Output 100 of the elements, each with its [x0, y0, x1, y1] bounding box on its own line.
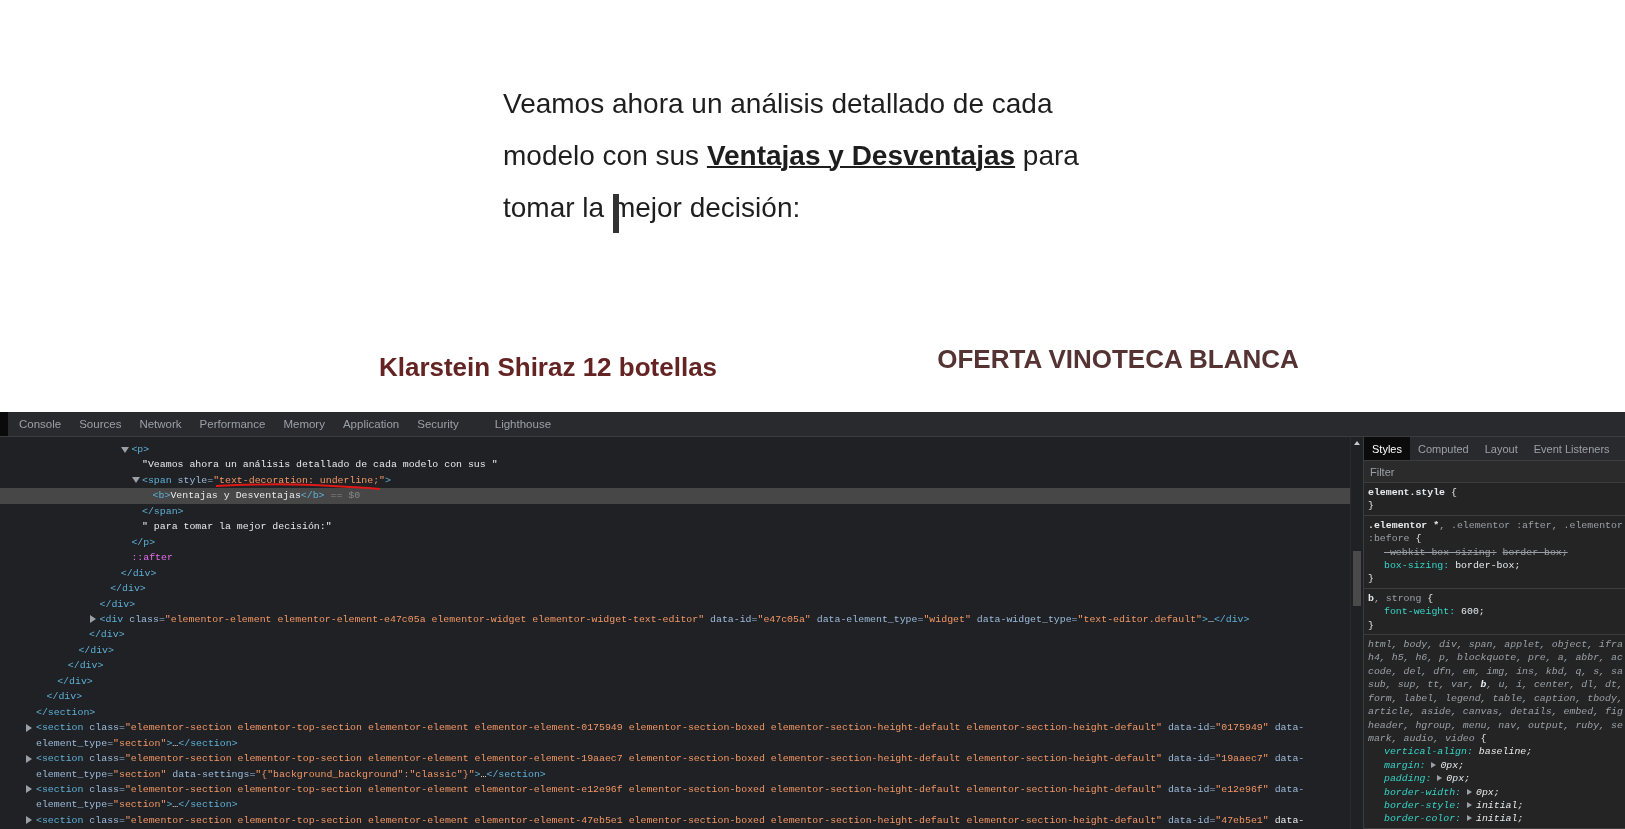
code-line: </div> — [110, 582, 146, 597]
css-declaration[interactable]: box-sizing: border-box; — [1368, 559, 1621, 573]
closing-brace: } — [1368, 618, 1375, 633]
css-selector: , .elementor :after, .elementor — [1439, 519, 1623, 531]
caret-right-icon[interactable] — [26, 785, 32, 794]
caret-right-icon[interactable] — [26, 723, 32, 732]
dom-node-row[interactable]: <p> — [0, 442, 1350, 458]
css-selector: :before — [1368, 533, 1410, 545]
devtools-tab[interactable]: Security — [408, 412, 468, 436]
expand-triangle-icon[interactable] — [1437, 775, 1443, 782]
dom-node-row[interactable]: </section> — [0, 704, 1350, 721]
expand-triangle-icon[interactable] — [1431, 761, 1437, 768]
css-declaration[interactable]: -webkit-box-sizing: border-box; — [1368, 545, 1621, 560]
dom-node-row[interactable]: </div> — [0, 673, 1350, 690]
code-line: </div> — [89, 628, 125, 643]
code-line: " para tomar la mejor decisión:" — [142, 520, 332, 535]
product-title: Klarstein Shiraz 12 botellas — [377, 352, 719, 383]
panel-edge — [0, 412, 8, 436]
dom-node-row[interactable]: </p> — [0, 534, 1350, 551]
code-line: </section> — [36, 705, 96, 720]
sidebar-tab[interactable]: Layout — [1476, 437, 1526, 460]
code-line: <div class="elementor-element elementor-element-e47c05a elementor-widget elementor-widget-text-editor" data-id="e47c05a" data-element_type="widget" data-widget_type="text-editor.default">…</div> — [99, 613, 1250, 627]
devtools-tab[interactable]: Application — [333, 412, 409, 436]
css-selector: b — [1480, 679, 1487, 691]
caret-right-icon[interactable] — [26, 816, 32, 825]
dom-node-row[interactable]: </div> — [0, 627, 1350, 643]
css-selector: article, aside, canvas, details, embed, fig — [1368, 706, 1623, 718]
devtools-tab[interactable]: Performance — [190, 412, 275, 436]
code-line: </div> — [46, 690, 83, 705]
code-line: </div> — [78, 643, 114, 658]
css-selector: mark, audio, video — [1368, 732, 1475, 744]
devtools-tab[interactable]: Sources — [70, 412, 131, 436]
dom-node-row[interactable]: </div> — [0, 642, 1350, 659]
pseudo-element-label: ::after — [131, 551, 173, 566]
code-line: <p> — [131, 443, 150, 457]
devtools-tab[interactable]: Lighthouse — [485, 412, 561, 436]
sidebar-tab[interactable]: Styles — [1364, 437, 1410, 460]
scrollbar-thumb[interactable] — [1353, 551, 1361, 606]
expand-triangle-icon[interactable] — [1467, 788, 1472, 795]
css-selector: h4, h5, h6, p, blockquote, pre, a, abbr, ac — [1368, 652, 1623, 664]
css-declaration[interactable]: font-weight: 600; — [1368, 605, 1621, 619]
dom-node-row[interactable]: </span> — [0, 503, 1350, 520]
caret-right-icon[interactable] — [89, 615, 96, 624]
dom-node-row[interactable]: </div> — [0, 596, 1350, 612]
filter-field[interactable]: Filter — [1364, 461, 1625, 483]
dom-node-row[interactable]: <b>Ventajas y Desventajas</b> == $0 — [0, 488, 1350, 504]
caret-right-icon[interactable] — [26, 754, 32, 763]
css-selector: .elementor * — [1368, 519, 1440, 531]
closing-brace: } — [1368, 499, 1375, 513]
opening-brace: { — [1480, 732, 1487, 744]
sidebar-tab[interactable]: Computed — [1409, 437, 1477, 460]
opening-brace: { — [1451, 487, 1457, 498]
dom-node-row[interactable]: </div> — [0, 565, 1350, 582]
css-declaration[interactable]: border-style: initial; — [1368, 798, 1621, 813]
css-selector: code, del, dfn, em, img, ins, kbd, q, s, sa — [1368, 665, 1623, 677]
opening-brace: { — [1427, 592, 1434, 604]
css-selector: header, hgroup, menu, nav, output, ruby, se — [1368, 719, 1623, 731]
devtools-tab[interactable]: Console — [10, 412, 71, 436]
code-line: "Veamos ahora un análisis detallado de cada modelo con sus " — [142, 458, 498, 473]
selected-node-marker: == $0 — [330, 489, 361, 504]
dom-node-row[interactable]: "Veamos ahora un análisis detallado de cada modelo con sus " — [0, 457, 1350, 473]
dom-node-row[interactable]: <div class="elementor-element elementor-element-e47c05a elementor-widget elementor-widget-text-editor" data-id="e47c05a" data-element_type="widget" data-widget_type="text-editor.default">…</div> — [0, 612, 1350, 628]
css-selector: form, label, legend, table, caption, tbody, — [1368, 692, 1623, 704]
css-selector: , strong — [1373, 592, 1422, 604]
css-declaration[interactable]: border-color: initial; — [1368, 812, 1621, 826]
css-selector: html, body, div, span, applet, object, ifra — [1368, 639, 1623, 651]
code-line: <span style="text-decoration: underline;"> — [142, 472, 391, 489]
code-line: </span> — [142, 504, 184, 519]
css-selector: b — [1368, 592, 1374, 604]
closing-brace: } — [1368, 572, 1375, 586]
expand-triangle-icon[interactable] — [1467, 801, 1472, 808]
devtools-tab[interactable]: Network — [130, 412, 191, 436]
dom-node-row[interactable]: </div> — [0, 658, 1350, 674]
code-line: <section class="elementor-section elementor-top-section elementor-element elementor-element-0175949 elementor-section-boxed elementor-section-height-default elementor-section-height-default" data-id="0175949" data-element_type="section">…</section> — [36, 721, 1306, 751]
scrollbar[interactable] — [1350, 437, 1363, 829]
code-line: </p> — [131, 535, 156, 550]
dom-node-row[interactable]: ::after — [0, 550, 1350, 566]
css-declaration[interactable]: margin: 0px; — [1368, 758, 1621, 773]
code-line: <section class="elementor-section elementor-top-section elementor-element elementor-element-47eb5e1 elementor-section-boxed elementor-section-height-default elementor-section-height-default" data-id="47eb5e1" data- — [36, 813, 1305, 828]
css-selector: sub, sup, tt, var, — [1368, 679, 1476, 691]
css-declaration[interactable]: padding: 0px; — [1368, 772, 1621, 786]
code-line: <section class="elementor-section elementor-top-section elementor-element elementor-element-19aaec7 elementor-section-boxed elementor-section-height-default elementor-section-height-default" data-id="19aaec7" data-element_type="section" data-settings="{"background_background":"classic"}">…</section> — [36, 752, 1306, 782]
dom-node-row[interactable]: </div> — [0, 581, 1350, 597]
sidebar-tab[interactable]: Event Listeners — [1525, 437, 1618, 460]
devtools-tab[interactable]: Memory — [274, 412, 334, 436]
dom-node-row[interactable]: " para tomar la mejor decisión:" — [0, 519, 1350, 535]
product-title: OFERTA VINOTECA BLANCA — [936, 344, 1300, 376]
code-line: <section class="elementor-section elementor-top-section elementor-element elementor-element-e12e96f elementor-section-boxed elementor-section-height-default elementor-section-height-default" data-id="e12e96f" data-element_type="section">…</section> — [36, 782, 1306, 813]
css-declaration[interactable]: vertical-align: baseline; — [1368, 745, 1621, 759]
code-line: </div> — [99, 597, 136, 612]
code-line: <b>Ventajas y Desventajas</b> — [152, 489, 325, 504]
code-line: </div> — [57, 674, 93, 689]
css-declaration[interactable]: border-width: 0px; — [1368, 785, 1621, 799]
code-line: </div> — [120, 566, 157, 581]
css-selector: element.style — [1368, 487, 1446, 498]
css-selector: , u, i, center, dl, dt, — [1486, 679, 1623, 691]
opening-brace: { — [1415, 533, 1422, 545]
caret-down-icon[interactable] — [121, 446, 130, 453]
expand-triangle-icon[interactable] — [1467, 815, 1472, 822]
dom-node-row[interactable]: </div> — [0, 689, 1350, 705]
